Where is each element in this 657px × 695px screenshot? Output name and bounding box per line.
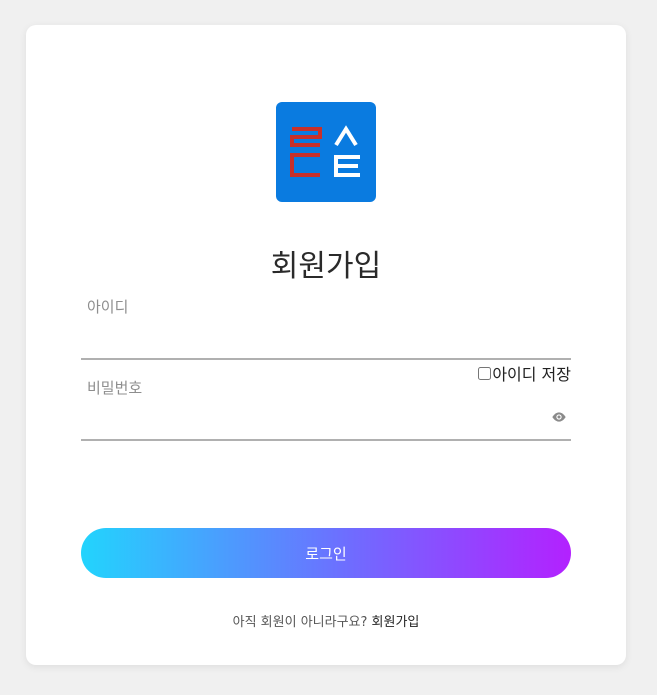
password-input[interactable]: [81, 405, 575, 439]
id-input[interactable]: [81, 324, 575, 358]
app-logo: [276, 102, 376, 202]
eye-icon[interactable]: [551, 411, 567, 423]
password-field-label: 비밀번호: [87, 379, 143, 397]
login-card: 회원가입 아이디 아이디 저장 비밀번호 로그인 아직 회원이 아니라구요? 회…: [26, 25, 626, 665]
id-field[interactable]: 아이디: [81, 296, 575, 360]
logo-graphic: [290, 125, 360, 177]
page-title: 회원가입: [270, 249, 382, 284]
signup-prompt: 아직 회원이 아니라구요?: [232, 615, 372, 630]
password-field[interactable]: 비밀번호: [81, 377, 575, 441]
login-button[interactable]: 로그인: [81, 528, 571, 578]
id-field-label: 아이디: [87, 298, 129, 316]
signup-row: 아직 회원이 아니라구요? 회원가입: [26, 611, 626, 630]
signup-link[interactable]: 회원가입: [372, 615, 420, 630]
